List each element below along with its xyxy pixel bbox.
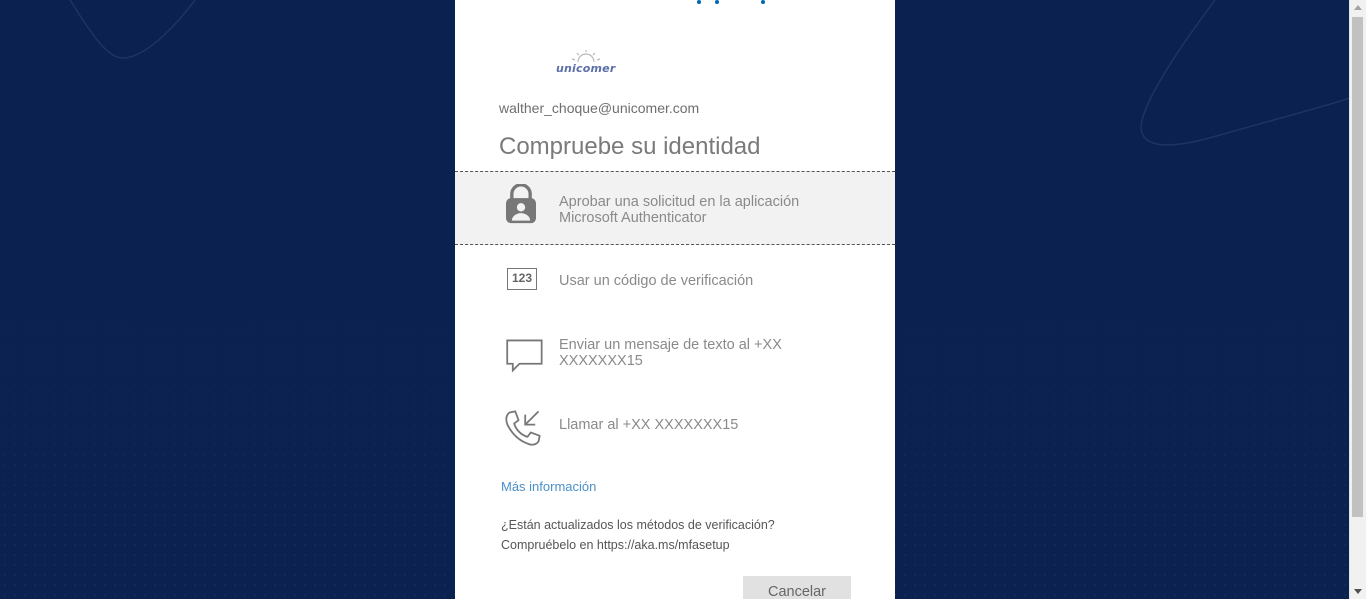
option-text-message[interactable]: Enviar un mensaje de texto al +XX XXXXXX… — [455, 320, 895, 380]
page-title: Compruebe su identidad — [499, 133, 761, 160]
account-email: walther_choque@unicomer.com — [499, 100, 700, 116]
verification-card: unicomer walther_choque@unicomer.com Com… — [455, 0, 895, 599]
text-message-icon — [506, 339, 543, 373]
option-label: Enviar un mensaje de texto al +XX XXXXXX… — [559, 337, 782, 369]
vertical-scrollbar[interactable] — [1349, 0, 1366, 599]
cancel-button[interactable]: Cancelar — [743, 576, 851, 599]
note-line-2: Compruébelo en https://aka.ms/mfasetup — [501, 538, 730, 552]
scrollbar-thumb[interactable] — [1352, 17, 1363, 517]
more-info-link[interactable]: Más información — [501, 479, 596, 494]
phone-call-icon — [505, 410, 541, 446]
option-authenticator-app[interactable]: Aprobar una solicitud en la aplicación M… — [455, 171, 895, 245]
logo-text: unicomer — [556, 62, 616, 75]
verification-methods-note: ¿Están actualizados los métodos de verif… — [501, 515, 775, 555]
scroll-down-arrow-icon[interactable] — [1354, 589, 1362, 594]
authenticator-lock-icon — [506, 184, 536, 224]
company-logo: unicomer — [556, 50, 616, 78]
option-label: Llamar al +XX XXXXXXX15 — [559, 417, 739, 433]
option-verification-code[interactable]: 123 Usar un código de verificación — [455, 250, 895, 310]
verification-code-icon: 123 — [507, 268, 537, 290]
option-label: Aprobar una solicitud en la aplicación M… — [559, 194, 800, 226]
option-label: Usar un código de verificación — [559, 273, 754, 289]
option-phone-call[interactable]: Llamar al +XX XXXXXXX15 — [455, 394, 895, 454]
note-line-1: ¿Están actualizados los métodos de verif… — [501, 518, 775, 532]
scroll-up-arrow-icon[interactable] — [1354, 5, 1362, 10]
